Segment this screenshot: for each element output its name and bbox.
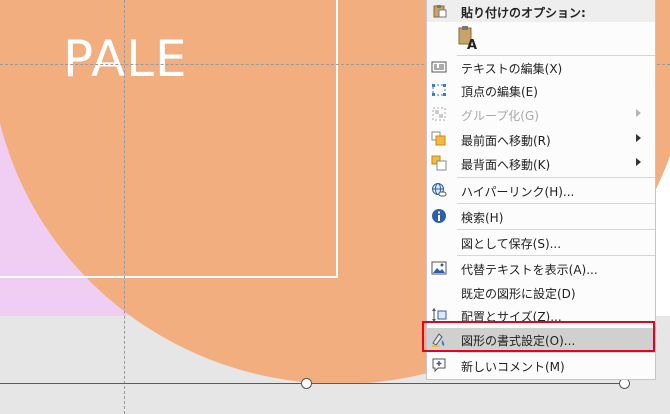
- edit-text-icon: [431, 61, 447, 73]
- menu-item-edit-text[interactable]: テキストの編集(X): [427, 56, 655, 79]
- submenu-arrow-icon: [636, 158, 641, 166]
- menu-item-alt-text[interactable]: 代替テキストを表示(A)...: [427, 257, 655, 280]
- selection-bottom-edge: [0, 383, 625, 384]
- menu-item-search[interactable]: 検索(H): [427, 205, 655, 228]
- new-comment-icon: [432, 358, 446, 373]
- menu-separator: [457, 203, 655, 204]
- bring-to-front-icon: [431, 131, 446, 146]
- submenu-arrow-icon: [636, 109, 641, 117]
- menu-separator: [457, 229, 655, 230]
- edit-points-icon: [432, 84, 446, 96]
- menu-item-send-to-back[interactable]: 最背面へ移動(K): [427, 152, 655, 175]
- menu-separator: [457, 352, 655, 353]
- slide-title-text[interactable]: PALE: [63, 34, 188, 84]
- vertical-guide: [124, 0, 125, 414]
- highlight-annotation-box: [422, 321, 655, 352]
- menu-item-bring-to-front[interactable]: 最前面へ移動(R): [427, 128, 655, 151]
- menu-item-new-comment[interactable]: 新しいコメント(M): [427, 354, 655, 377]
- submenu-arrow-icon: [636, 134, 641, 142]
- svg-text:A: A: [467, 38, 477, 51]
- paste-keep-text-only-icon[interactable]: A: [457, 25, 481, 51]
- menu-item-edit-points[interactable]: 頂点の編集(E): [427, 79, 655, 102]
- group-icon: [432, 107, 446, 121]
- menu-item-group[interactable]: グループ化(G): [427, 103, 655, 126]
- paste-options-header: 貼り付けのオプション:: [427, 0, 655, 22]
- menu-separator: [457, 177, 655, 178]
- hyperlink-icon: [432, 183, 447, 197]
- paste-options-section: 貼り付けのオプション: A: [427, 0, 655, 54]
- menu-item-save-as-picture[interactable]: 図として保存(S)...: [427, 231, 655, 254]
- send-to-back-icon: [431, 155, 447, 171]
- resize-handle-bottom-center[interactable]: [301, 378, 312, 389]
- clipboard-icon: [433, 5, 447, 18]
- search-info-icon: [432, 209, 446, 223]
- menu-item-set-default-shape[interactable]: 既定の図形に設定(D): [427, 281, 655, 304]
- paste-options-title: 貼り付けのオプション:: [461, 6, 586, 20]
- menu-separator: [457, 255, 655, 256]
- menu-item-hyperlink[interactable]: ハイパーリンク(H)...: [427, 179, 655, 202]
- alt-text-icon: [431, 261, 447, 275]
